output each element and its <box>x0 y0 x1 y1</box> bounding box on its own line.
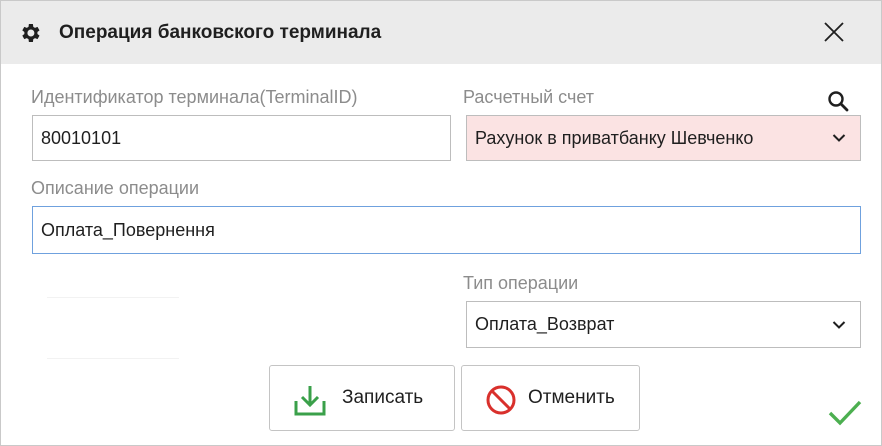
download-icon <box>294 386 326 416</box>
chevron-down-icon <box>832 320 846 329</box>
save-button[interactable]: Записать <box>269 365 455 431</box>
search-icon[interactable] <box>827 90 849 112</box>
close-button[interactable] <box>813 13 855 51</box>
checkmark-icon[interactable] <box>827 398 863 428</box>
prohibited-icon <box>486 385 516 415</box>
account-select-value: Рахунок в приватбанку Шевченко <box>475 128 754 148</box>
bank-terminal-operation-dialog: Операция банковского терминала Идентифик… <box>0 0 882 446</box>
terminal-id-input[interactable] <box>32 115 451 161</box>
operation-type-select[interactable]: Оплата_Возврат <box>466 301 861 348</box>
cancel-button-label: Отменить <box>528 387 615 408</box>
save-button-label: Записать <box>342 387 424 408</box>
operation-type-label: Тип операции <box>463 273 579 293</box>
gear-icon <box>22 24 40 42</box>
terminal-id-label: Идентификатор терминала(TerminalID) <box>31 87 358 107</box>
window-title: Операция банковского терминала <box>59 22 382 43</box>
operation-type-select-value: Оплата_Возврат <box>475 314 615 334</box>
divider <box>47 297 179 298</box>
cancel-button[interactable]: Отменить <box>461 365 640 431</box>
divider <box>47 358 179 359</box>
close-icon <box>824 22 844 42</box>
chevron-down-icon <box>832 134 846 142</box>
description-label: Описание операции <box>31 178 200 198</box>
title-bar: Операция банковского терминала <box>1 1 881 64</box>
account-select[interactable]: Рахунок в приватбанку Шевченко <box>466 115 861 161</box>
description-input[interactable] <box>32 206 861 254</box>
account-label: Расчетный счет <box>463 87 595 107</box>
